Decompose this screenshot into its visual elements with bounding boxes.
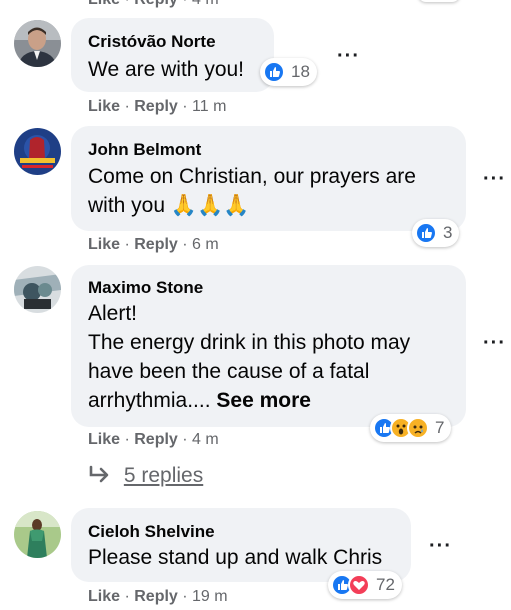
comment-author[interactable]: Maximo Stone <box>88 278 203 298</box>
comment-time: 6 m <box>192 236 219 253</box>
see-more-link[interactable]: See more <box>216 389 311 412</box>
like-link[interactable]: Like <box>88 431 120 448</box>
avatar[interactable] <box>14 266 61 313</box>
comment-meta: Like · Reply · 19 m <box>88 588 228 605</box>
love-reaction-icon <box>348 574 370 596</box>
avatar[interactable] <box>14 20 61 67</box>
comment-bubble: Maximo Stone Alert! The energy drink in … <box>71 265 466 427</box>
comment-author[interactable]: Cieloh Shelvine <box>88 522 215 542</box>
reaction-summary[interactable]: 18 <box>260 58 317 86</box>
replies-count-label[interactable]: 5 replies <box>124 464 203 487</box>
like-link[interactable]: Like <box>88 98 120 115</box>
comment-author[interactable]: Cristóvão Norte <box>88 32 216 52</box>
comment-text: arrhythmia.... <box>88 389 211 412</box>
reaction-count: 7 <box>435 418 445 437</box>
comment-meta: Like · Reply · 4 m <box>88 431 219 448</box>
reply-link[interactable]: Reply <box>134 431 178 448</box>
comment-time: 19 m <box>192 588 228 605</box>
comment-time: 4 m <box>192 431 219 448</box>
reaction-count: 72 <box>376 575 395 594</box>
reaction-count: 18 <box>291 62 310 81</box>
like-reaction-icon <box>415 222 437 244</box>
comment-text: The energy drink in this photo may <box>88 331 411 354</box>
comment-meta: Like · Reply · 11 m <box>88 98 227 115</box>
comment-text: We are with you! <box>88 58 245 81</box>
comment-text: with you 🙏🙏🙏 <box>88 194 250 217</box>
sad-reaction-icon <box>407 417 429 439</box>
avatar[interactable] <box>14 511 61 558</box>
comment-time: 4 m <box>192 0 219 8</box>
reply-link[interactable]: Reply <box>134 236 178 253</box>
reply-link[interactable]: Reply <box>134 98 178 115</box>
like-link[interactable]: Like <box>88 588 120 605</box>
comment-text: Please stand up and walk Chris <box>88 546 383 569</box>
reply-arrow-icon <box>89 465 109 483</box>
comment-meta-top: Like · Reply · 4 m <box>88 0 219 9</box>
reaction-count: 3 <box>443 223 453 242</box>
comment-bubble: John Belmont Come on Christian, our pray… <box>71 126 466 231</box>
like-link[interactable]: Like <box>88 236 120 253</box>
comment-text-last-line: arrhythmia.... See more <box>88 386 311 415</box>
more-options-icon[interactable]: ··· <box>337 46 360 66</box>
comment-text: Come on Christian, our prayers are <box>88 165 416 188</box>
reaction-summary[interactable]: 7 <box>370 414 452 442</box>
reply-link[interactable]: Reply <box>134 0 178 8</box>
reaction-summary[interactable]: 3 <box>412 219 460 247</box>
reply-link[interactable]: Reply <box>134 588 178 605</box>
comment-time: 11 m <box>192 98 227 115</box>
more-options-icon[interactable]: ··· <box>483 333 506 353</box>
comment-bubble: Cristóvão Norte We are with you! <box>71 18 274 92</box>
reaction-pill-cut[interactable] <box>418 0 460 2</box>
comment-text: have been the cause of a fatal <box>88 360 370 383</box>
comment-author[interactable]: John Belmont <box>88 140 201 160</box>
more-options-icon[interactable]: ··· <box>429 536 452 556</box>
like-reaction-icon <box>263 61 285 83</box>
more-options-icon[interactable]: ··· <box>483 169 506 189</box>
view-replies-link[interactable]: 5 replies <box>88 464 203 488</box>
comment-meta: Like · Reply · 6 m <box>88 236 219 253</box>
reaction-summary[interactable]: 72 <box>328 571 402 599</box>
avatar[interactable] <box>14 128 61 175</box>
comment-text: Alert! <box>88 302 138 325</box>
like-link[interactable]: Like <box>88 0 120 8</box>
